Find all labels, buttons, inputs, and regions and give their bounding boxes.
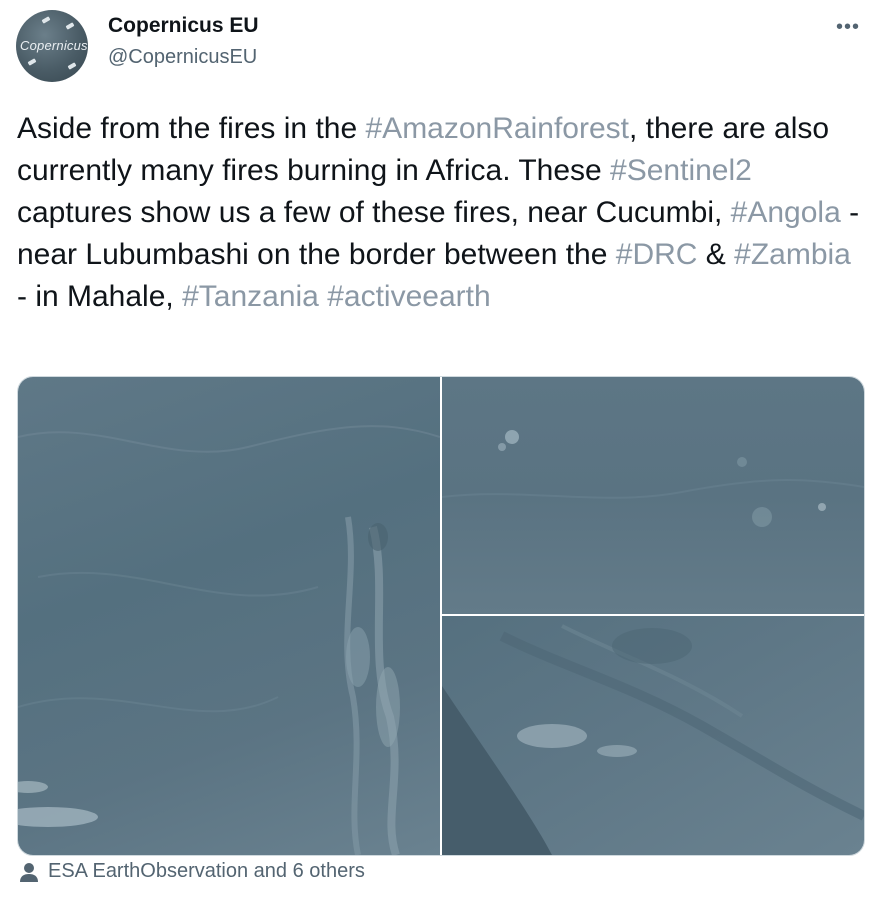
author-handle[interactable]: @CopernicusEU [108,46,257,69]
satellite-image-3[interactable] [442,616,864,855]
author-name[interactable]: Copernicus EU [108,14,259,38]
tweet-text-segment: Aside from the fires in the [17,112,366,145]
hashtag-link[interactable]: #AmazonRainforest [366,112,629,145]
satellite-icon [67,62,77,70]
liked-by-text: ESA EarthObservation and 6 others [48,860,365,882]
tweet-text-segment: - in Mahale, [17,280,183,313]
satellite-icon [65,22,75,30]
hashtag-link[interactable]: #Angola [731,196,841,229]
tweet-text: Aside from the fires in the #AmazonRainf… [17,108,867,318]
media-grid [17,376,865,856]
satellite-image-2[interactable] [442,377,864,614]
hashtag-link[interactable]: #DRC [616,238,698,271]
tweet-text-segment [319,280,327,313]
hashtag-link[interactable]: #Tanzania [182,280,319,313]
satellite-icon [41,16,51,24]
hashtag-link[interactable]: #Zambia [734,238,851,271]
satellite-icon [27,58,37,66]
avatar[interactable]: Copernicus [16,10,88,82]
hashtag-link[interactable]: #activeearth [327,280,490,313]
satellite-image-1[interactable] [18,377,440,855]
liked-by[interactable]: ESA EarthObservation and 6 others [18,860,365,883]
hashtag-link[interactable]: #Sentinel2 [610,154,752,187]
person-icon [20,862,38,882]
satellite-texture [18,425,440,855]
tweet-text-segment: captures show us a few of these fires, n… [17,196,731,229]
avatar-logo-text: Copernicus [20,38,88,53]
more-icon[interactable]: ••• [836,16,860,39]
satellite-texture [442,430,864,527]
tweet-text-segment: & [697,238,735,271]
satellite-texture [442,624,864,855]
